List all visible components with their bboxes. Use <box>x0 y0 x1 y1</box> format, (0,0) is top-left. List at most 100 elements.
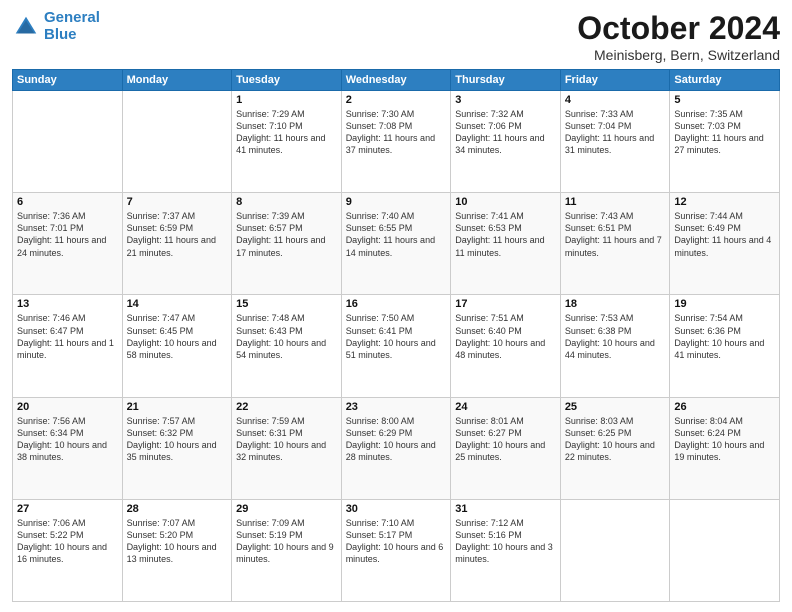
day-number: 17 <box>455 298 556 310</box>
day-number: 11 <box>565 196 666 208</box>
day-info: Sunrise: 7:32 AM Sunset: 7:06 PM Dayligh… <box>455 108 556 157</box>
calendar-cell: 13 Sunrise: 7:46 AM Sunset: 6:47 PM Dayli… <box>13 295 123 397</box>
day-number: 30 <box>346 503 447 515</box>
weekday-header-saturday: Saturday <box>670 70 780 91</box>
day-number: 28 <box>127 503 228 515</box>
day-number: 2 <box>346 94 447 106</box>
day-info: Sunrise: 7:12 AM Sunset: 5:16 PM Dayligh… <box>455 517 556 566</box>
weekday-header-sunday: Sunday <box>13 70 123 91</box>
day-info: Sunrise: 8:01 AM Sunset: 6:27 PM Dayligh… <box>455 415 556 464</box>
calendar-cell <box>560 499 670 601</box>
calendar-cell: 10 Sunrise: 7:41 AM Sunset: 6:53 PM Dayli… <box>451 193 561 295</box>
logo: General Blue <box>12 10 100 43</box>
day-info: Sunrise: 7:56 AM Sunset: 6:34 PM Dayligh… <box>17 415 118 464</box>
day-number: 1 <box>236 94 337 106</box>
calendar-cell: 9 Sunrise: 7:40 AM Sunset: 6:55 PM Daylig… <box>341 193 451 295</box>
title-area: October 2024 Meinisberg, Bern, Switzerla… <box>577 10 780 63</box>
header: General Blue October 2024 Meinisberg, Be… <box>12 10 780 63</box>
day-info: Sunrise: 7:06 AM Sunset: 5:22 PM Dayligh… <box>17 517 118 566</box>
logo-line1: General <box>44 9 100 26</box>
day-info: Sunrise: 7:30 AM Sunset: 7:08 PM Dayligh… <box>346 108 447 157</box>
day-info: Sunrise: 7:59 AM Sunset: 6:31 PM Dayligh… <box>236 415 337 464</box>
calendar-cell: 11 Sunrise: 7:43 AM Sunset: 6:51 PM Dayli… <box>560 193 670 295</box>
weekday-header-thursday: Thursday <box>451 70 561 91</box>
day-number: 20 <box>17 401 118 413</box>
day-info: Sunrise: 7:29 AM Sunset: 7:10 PM Dayligh… <box>236 108 337 157</box>
day-number: 18 <box>565 298 666 310</box>
calendar-cell <box>122 91 232 193</box>
day-number: 3 <box>455 94 556 106</box>
logo-icon <box>12 13 40 41</box>
calendar-cell: 29 Sunrise: 7:09 AM Sunset: 5:19 PM Dayli… <box>232 499 342 601</box>
day-number: 16 <box>346 298 447 310</box>
day-number: 9 <box>346 196 447 208</box>
calendar-cell: 8Sunrise: 7:39 AM Sunset: 6:57 PM Daylig… <box>232 193 342 295</box>
day-number: 19 <box>674 298 775 310</box>
day-info: Sunrise: 8:03 AM Sunset: 6:25 PM Dayligh… <box>565 415 666 464</box>
day-number: 5 <box>674 94 775 106</box>
day-info: Sunrise: 7:43 AM Sunset: 6:51 PM Dayligh… <box>565 210 666 259</box>
calendar-cell: 18 Sunrise: 7:53 AM Sunset: 6:38 PM Dayli… <box>560 295 670 397</box>
day-number: 14 <box>127 298 228 310</box>
day-number: 25 <box>565 401 666 413</box>
day-number: 10 <box>455 196 556 208</box>
day-info: Sunrise: 7:10 AM Sunset: 5:17 PM Dayligh… <box>346 517 447 566</box>
day-info: Sunrise: 8:04 AM Sunset: 6:24 PM Dayligh… <box>674 415 775 464</box>
month-title: October 2024 <box>577 10 780 47</box>
day-info: Sunrise: 7:48 AM Sunset: 6:43 PM Dayligh… <box>236 312 337 361</box>
calendar-cell: 14 Sunrise: 7:47 AM Sunset: 6:45 PM Dayli… <box>122 295 232 397</box>
day-info: Sunrise: 7:36 AM Sunset: 7:01 PM Dayligh… <box>17 210 118 259</box>
calendar-cell: 1 Sunrise: 7:29 AM Sunset: 7:10 PM Daylig… <box>232 91 342 193</box>
day-info: Sunrise: 7:41 AM Sunset: 6:53 PM Dayligh… <box>455 210 556 259</box>
day-info: Sunrise: 7:09 AM Sunset: 5:19 PM Dayligh… <box>236 517 337 566</box>
day-number: 7 <box>127 196 228 208</box>
day-number: 23 <box>346 401 447 413</box>
day-number: 26 <box>674 401 775 413</box>
weekday-header-friday: Friday <box>560 70 670 91</box>
calendar-cell: 28Sunrise: 7:07 AM Sunset: 5:20 PM Dayli… <box>122 499 232 601</box>
day-number: 13 <box>17 298 118 310</box>
day-info: Sunrise: 7:46 AM Sunset: 6:47 PM Dayligh… <box>17 312 118 361</box>
day-number: 22 <box>236 401 337 413</box>
calendar-cell: 26 Sunrise: 8:04 AM Sunset: 6:24 PM Dayli… <box>670 397 780 499</box>
day-number: 8 <box>236 196 337 208</box>
calendar-cell: 19 Sunrise: 7:54 AM Sunset: 6:36 PM Dayli… <box>670 295 780 397</box>
calendar-cell: 22 Sunrise: 7:59 AM Sunset: 6:31 PM Dayli… <box>232 397 342 499</box>
day-number: 12 <box>674 196 775 208</box>
calendar-cell: 30 Sunrise: 7:10 AM Sunset: 5:17 PM Dayli… <box>341 499 451 601</box>
day-info: Sunrise: 7:44 AM Sunset: 6:49 PM Dayligh… <box>674 210 775 259</box>
calendar-cell: 23Sunrise: 8:00 AM Sunset: 6:29 PM Dayli… <box>341 397 451 499</box>
day-info: Sunrise: 7:35 AM Sunset: 7:03 PM Dayligh… <box>674 108 775 157</box>
day-info: Sunrise: 7:40 AM Sunset: 6:55 PM Dayligh… <box>346 210 447 259</box>
day-number: 29 <box>236 503 337 515</box>
logo-text: General Blue <box>44 10 100 43</box>
day-info: Sunrise: 7:37 AM Sunset: 6:59 PM Dayligh… <box>127 210 228 259</box>
day-info: Sunrise: 7:54 AM Sunset: 6:36 PM Dayligh… <box>674 312 775 361</box>
calendar-cell: 24 Sunrise: 8:01 AM Sunset: 6:27 PM Dayli… <box>451 397 561 499</box>
logo-line2: Blue <box>44 26 77 43</box>
location: Meinisberg, Bern, Switzerland <box>577 47 780 63</box>
calendar-cell: 21 Sunrise: 7:57 AM Sunset: 6:32 PM Dayli… <box>122 397 232 499</box>
calendar-cell: 15 Sunrise: 7:48 AM Sunset: 6:43 PM Dayli… <box>232 295 342 397</box>
day-number: 27 <box>17 503 118 515</box>
calendar-cell: 3 Sunrise: 7:32 AM Sunset: 7:06 PM Daylig… <box>451 91 561 193</box>
calendar-cell <box>670 499 780 601</box>
day-number: 21 <box>127 401 228 413</box>
day-info: Sunrise: 7:53 AM Sunset: 6:38 PM Dayligh… <box>565 312 666 361</box>
calendar-cell: 4 Sunrise: 7:33 AM Sunset: 7:04 PM Daylig… <box>560 91 670 193</box>
day-info: Sunrise: 7:57 AM Sunset: 6:32 PM Dayligh… <box>127 415 228 464</box>
day-info: Sunrise: 7:51 AM Sunset: 6:40 PM Dayligh… <box>455 312 556 361</box>
day-info: Sunrise: 7:33 AM Sunset: 7:04 PM Dayligh… <box>565 108 666 157</box>
calendar-cell: 6Sunrise: 7:36 AM Sunset: 7:01 PM Daylig… <box>13 193 123 295</box>
day-number: 4 <box>565 94 666 106</box>
day-number: 24 <box>455 401 556 413</box>
calendar-cell: 5 Sunrise: 7:35 AM Sunset: 7:03 PM Daylig… <box>670 91 780 193</box>
day-info: Sunrise: 7:47 AM Sunset: 6:45 PM Dayligh… <box>127 312 228 361</box>
day-number: 31 <box>455 503 556 515</box>
calendar-cell: 12 Sunrise: 7:44 AM Sunset: 6:49 PM Dayli… <box>670 193 780 295</box>
calendar-cell: 25 Sunrise: 8:03 AM Sunset: 6:25 PM Dayli… <box>560 397 670 499</box>
calendar-cell: 2 Sunrise: 7:30 AM Sunset: 7:08 PM Daylig… <box>341 91 451 193</box>
calendar-table: SundayMondayTuesdayWednesdayThursdayFrid… <box>12 69 780 602</box>
day-number: 15 <box>236 298 337 310</box>
calendar-cell: 17 Sunrise: 7:51 AM Sunset: 6:40 PM Dayli… <box>451 295 561 397</box>
